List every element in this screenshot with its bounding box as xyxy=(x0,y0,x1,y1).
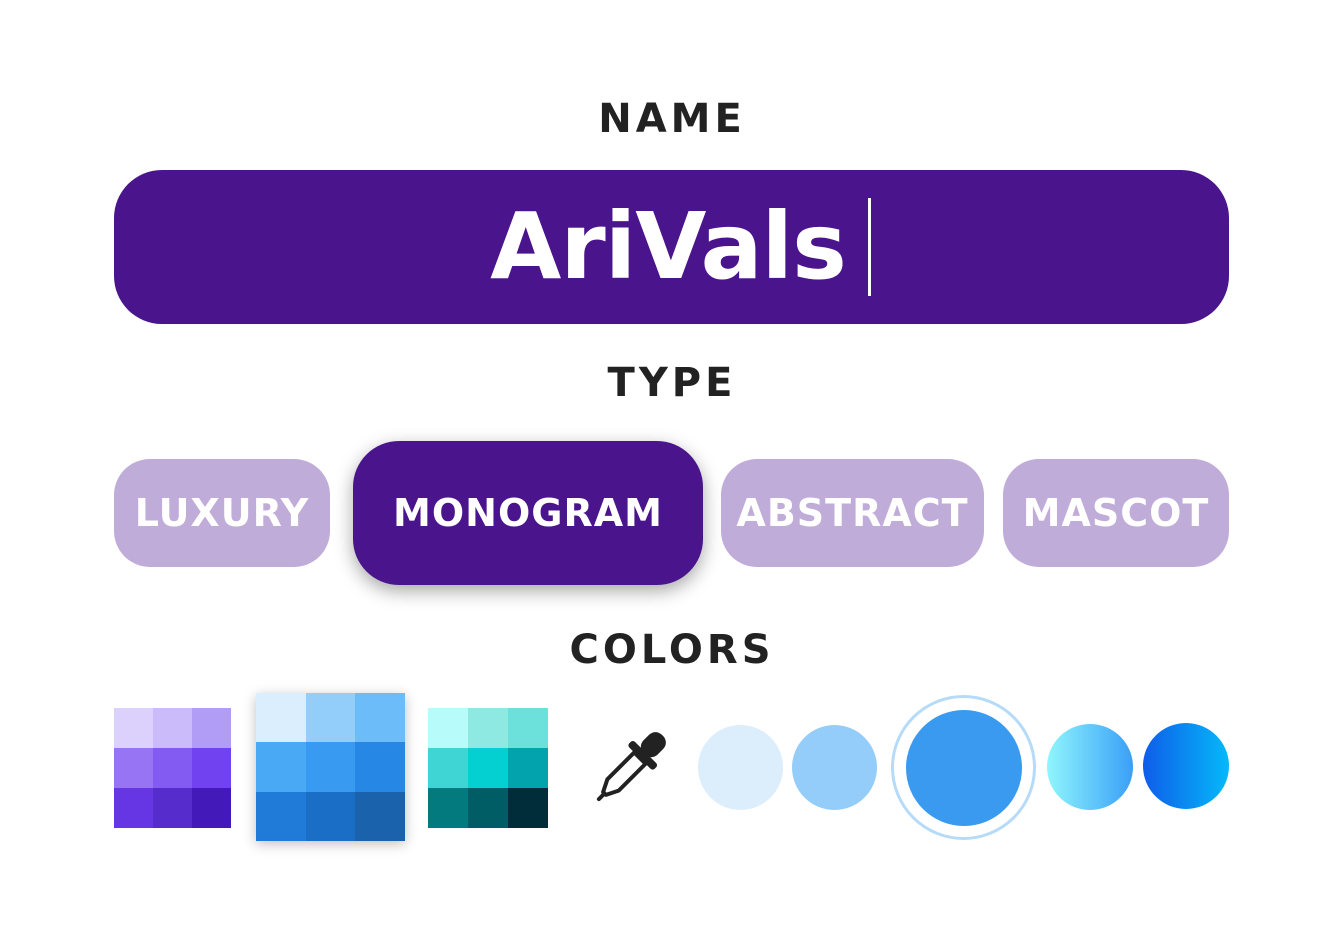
brand-name-value[interactable]: AriVals xyxy=(490,197,847,297)
palette-purple[interactable] xyxy=(114,708,231,828)
color-swatch[interactable] xyxy=(508,708,548,748)
color-swatch[interactable] xyxy=(256,742,306,792)
color-swatch[interactable] xyxy=(114,708,153,748)
color-swatch[interactable] xyxy=(114,748,153,788)
color-swatch[interactable] xyxy=(468,708,508,748)
palette-teal[interactable] xyxy=(428,708,548,828)
color-swatch[interactable] xyxy=(508,788,548,828)
color-swatch[interactable] xyxy=(192,708,231,748)
type-section-label: TYPE xyxy=(607,360,737,406)
color-swatch[interactable] xyxy=(508,748,548,788)
color-dot-3-selected[interactable] xyxy=(906,710,1022,826)
color-swatch[interactable] xyxy=(355,791,405,841)
name-section-label: NAME xyxy=(598,96,746,142)
type-option-monogram[interactable]: MONOGRAM xyxy=(353,441,703,585)
color-swatch[interactable] xyxy=(305,693,356,743)
color-swatch[interactable] xyxy=(256,693,306,743)
color-swatch[interactable] xyxy=(355,742,405,792)
type-option-luxury[interactable]: LUXURY xyxy=(114,459,330,567)
color-swatch[interactable] xyxy=(192,748,231,788)
color-swatch[interactable] xyxy=(428,788,468,828)
color-swatch[interactable] xyxy=(153,708,192,748)
color-dot-5-gradient[interactable] xyxy=(1143,723,1229,809)
color-swatch[interactable] xyxy=(428,748,468,788)
type-option-abstract[interactable]: ABSTRACT xyxy=(721,459,984,567)
color-swatch[interactable] xyxy=(468,748,508,788)
brand-name-field[interactable]: AriVals xyxy=(114,170,1229,324)
color-swatch[interactable] xyxy=(153,748,192,788)
colors-section-label: COLORS xyxy=(569,627,775,673)
color-swatch[interactable] xyxy=(355,693,405,743)
color-dot-2[interactable] xyxy=(792,725,877,810)
color-swatch[interactable] xyxy=(114,788,153,828)
color-swatch[interactable] xyxy=(468,788,508,828)
color-swatch[interactable] xyxy=(153,788,192,828)
eyedropper-icon[interactable] xyxy=(584,722,676,814)
palette-blue[interactable] xyxy=(256,693,405,841)
color-dot-4-gradient[interactable] xyxy=(1047,724,1133,810)
color-swatch[interactable] xyxy=(305,791,356,841)
color-swatch[interactable] xyxy=(428,708,468,748)
color-swatch[interactable] xyxy=(256,791,306,841)
color-dot-1[interactable] xyxy=(698,725,783,810)
text-caret xyxy=(867,198,871,296)
color-swatch[interactable] xyxy=(305,742,356,792)
type-option-mascot[interactable]: MASCOT xyxy=(1003,459,1229,567)
color-swatch[interactable] xyxy=(192,788,231,828)
